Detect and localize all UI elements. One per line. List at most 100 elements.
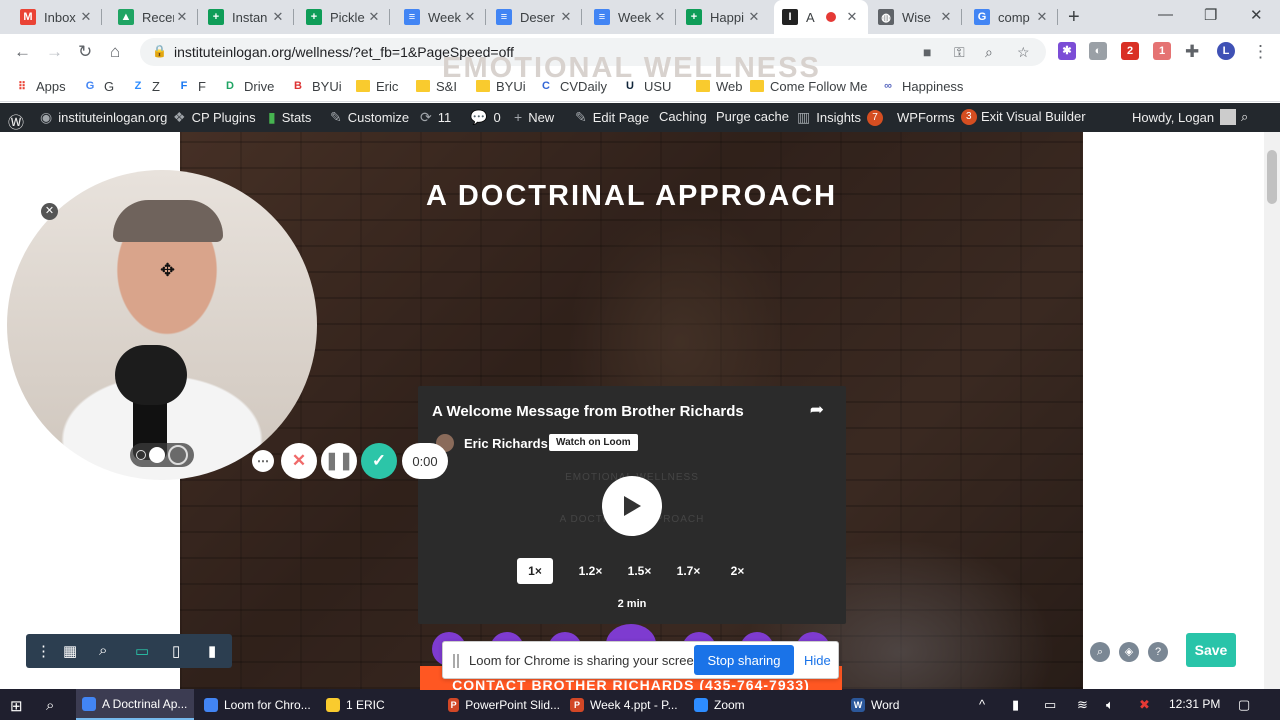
large-circle-icon[interactable] [168,445,189,465]
pause-button[interactable]: ❚❚ [321,443,357,479]
puzzle-icon[interactable]: ✚ [1185,42,1199,62]
caching-link[interactable]: Caching [659,109,707,124]
customize-link[interactable]: ✎ Customize [330,109,409,126]
camera-size-toggle[interactable] [130,443,194,467]
hide-link[interactable]: Hide [804,653,831,668]
bookmark-g[interactable]: GG [82,77,114,95]
desktop-view-icon[interactable]: ▭ [135,642,149,660]
share-arrow-icon[interactable]: ➦ [810,400,824,420]
speed-option[interactable]: 1.5× [615,558,664,584]
dropbox-icon[interactable]: ✖ [1139,697,1150,713]
taskbar-item[interactable]: Zoom [688,689,778,720]
speed-option[interactable]: 1.2× [566,558,615,584]
profile-avatar[interactable]: L [1217,42,1235,60]
close-tab-icon[interactable]: ✕ [78,9,94,25]
bookmark-apps[interactable]: ⠿ Apps [14,77,66,95]
close-tab-icon[interactable]: ✕ [366,9,382,25]
phone-view-icon[interactable]: ▮ [208,642,216,660]
wpforms-link[interactable]: WPForms 3 [897,109,977,125]
battery-icon[interactable]: ▭ [1044,697,1056,713]
account-link[interactable]: Howdy, Logan [1132,109,1237,125]
forward-icon[interactable]: → [46,42,63,62]
extension-icon[interactable]: 2 [1121,42,1139,60]
tab-1[interactable]: M Inbox ✕ [12,0,102,34]
notifications-icon[interactable]: ▢ [1238,697,1250,713]
wordpress-icon[interactable]: Ⓦ [8,109,24,133]
search-icon[interactable]: ⌕ [46,697,54,714]
more-options-icon[interactable]: ⋯ [252,450,274,472]
tab-5[interactable]: ≡ Week ✕ [396,0,486,34]
new-tab-button[interactable]: + [1068,6,1080,29]
updates-link[interactable]: ⟳ 11 [420,109,451,126]
close-tab-icon[interactable]: ✕ [174,9,190,25]
medium-circle-icon[interactable] [148,447,165,463]
tab-11[interactable]: Gcomp ✕ [966,0,1058,34]
more-icon[interactable]: ⋮ [36,642,51,660]
speed-option[interactable]: 1.7× [664,558,713,584]
extension-icon[interactable]: 1 [1153,42,1171,60]
volume-icon[interactable]: 🔈︎ [1106,697,1114,713]
tab-6[interactable]: ≡ Deser ✕ [488,0,582,34]
loom-video-embed[interactable]: A Welcome Message from Brother Richards … [418,386,846,624]
scrollbar[interactable] [1264,132,1280,689]
cancel-recording-button[interactable]: ✕ [281,443,317,479]
tab-8[interactable]: + Happi ✕ [678,0,770,34]
layers-icon[interactable]: ◈ [1119,642,1139,662]
stats-link[interactable]: ▮ Stats [268,109,311,126]
wireframe-icon[interactable]: ▦ [63,642,77,660]
drag-handle-icon[interactable] [453,654,459,668]
help-icon[interactable]: ? [1148,642,1168,662]
extension-icon[interactable]: ◐ [1089,42,1107,60]
close-tab-icon[interactable]: ✕ [652,9,668,25]
scrollbar-thumb[interactable] [1267,150,1277,204]
restore-icon[interactable]: ❐ [1204,6,1217,24]
insights-link[interactable]: ▥ Insights 7 [797,109,884,126]
taskbar-item[interactable]: 1 ERIC [320,689,438,720]
taskbar-item[interactable]: P Week 4.ppt - P... [564,689,684,720]
close-window-icon[interactable]: ✕ [1250,6,1263,24]
tab-9[interactable]: I A ✕ [774,0,868,34]
speed-option[interactable]: 2× [713,558,762,584]
close-tab-icon[interactable]: ✕ [1034,9,1050,25]
close-tab-icon[interactable]: ✕ [746,9,762,25]
wifi-icon[interactable]: ≋ [1077,697,1088,713]
purge-cache-link[interactable]: Purge cache [716,109,789,124]
small-circle-icon[interactable] [135,450,146,460]
play-button[interactable] [602,476,662,536]
edit-page-link[interactable]: ✎ Edit Page [575,109,649,126]
speed-option[interactable]: 1× [517,558,553,584]
site-link[interactable]: ◉ instituteinlogan.org [40,109,167,126]
tab-3[interactable]: + Instan ✕ [200,0,294,34]
comments-link[interactable]: 💬 0 [470,109,501,126]
close-tab-icon[interactable]: ✕ [558,9,574,25]
back-icon[interactable]: ← [14,42,31,62]
new-link[interactable]: + New [514,109,554,125]
cp-plugins-link[interactable]: ❖ CP Plugins [173,109,256,126]
close-tab-icon[interactable]: ✕ [938,9,954,25]
search-icon[interactable]: ⌕ [1241,109,1248,125]
stop-sharing-button[interactable]: Stop sharing [694,645,794,675]
move-icon[interactable]: ✥ [160,260,175,281]
taskbar-item[interactable]: A Doctrinal Ap... [76,689,194,720]
home-icon[interactable]: ⌂ [110,42,120,62]
menu-icon[interactable]: ⋮ [1252,42,1269,62]
finish-recording-button[interactable]: ✓ [361,443,397,479]
windows-start-icon[interactable]: ⊞ [10,697,23,715]
tab-10[interactable]: ◍ Wise ✕ [870,0,962,34]
clock[interactable]: 12:31 PM [1169,697,1220,711]
close-tab-icon[interactable]: ✕ [270,9,286,25]
tab-7[interactable]: ≡ Week ✕ [586,0,676,34]
minimize-icon[interactable]: — [1158,6,1173,23]
close-icon[interactable]: ✕ [41,203,58,220]
taskbar-item[interactable]: Loom for Chro... [198,689,316,720]
tab-2[interactable]: ▲ Recen✕ [110,0,198,34]
search-icon[interactable]: ⌕ [1090,642,1110,662]
bookmark-z[interactable]: ZZ [130,77,160,95]
exit-visual-builder-link[interactable]: Exit Visual Builder [981,109,1086,124]
chevron-up-icon[interactable]: ^ [979,697,985,712]
taskbar-item[interactable]: W Word [845,689,925,720]
close-tab-icon[interactable]: ✕ [844,9,860,25]
tablet-view-icon[interactable]: ▯ [172,642,180,660]
save-button[interactable]: Save [1186,633,1236,667]
usb-icon[interactable]: ▮ [1012,697,1019,713]
